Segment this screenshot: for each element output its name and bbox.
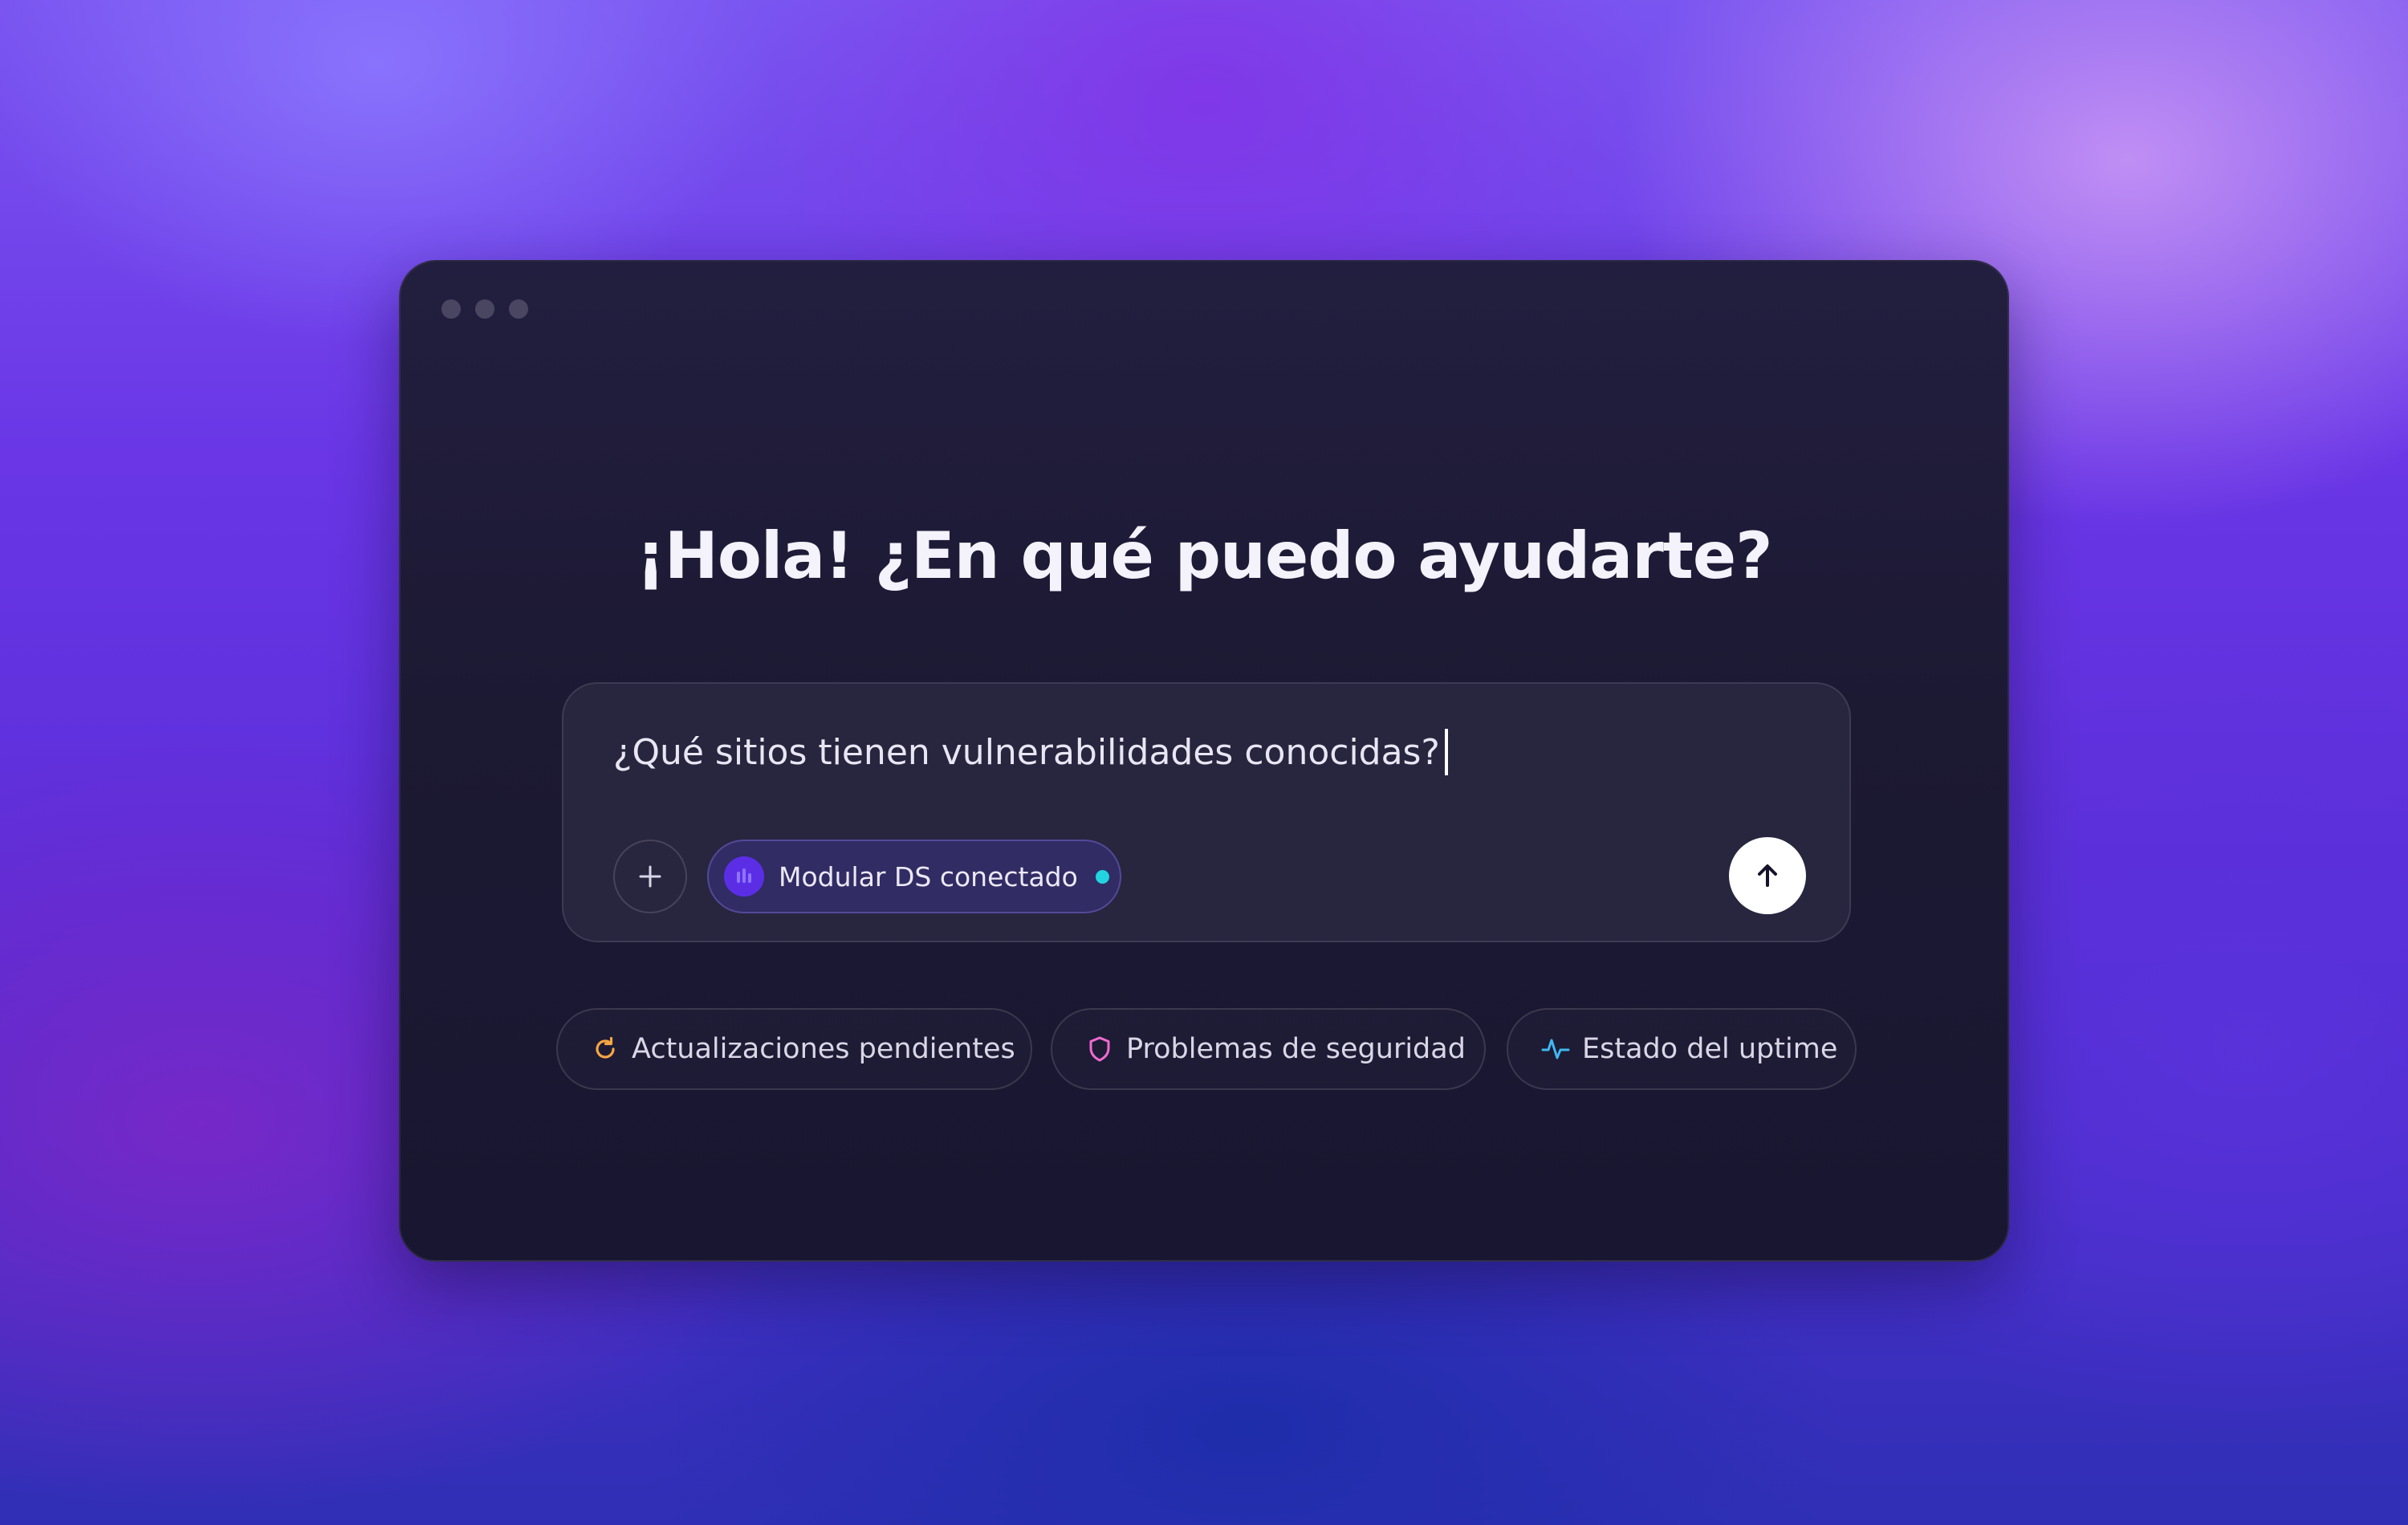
connection-status-dot	[1095, 869, 1109, 884]
connected-source-chip[interactable]: Modular DS conectado	[707, 840, 1121, 913]
bars-logo-icon	[724, 856, 764, 897]
greeting-title: ¡Hola! ¿En qué puedo ayudarte?	[636, 518, 1772, 593]
app-window: ¡Hola! ¿En qué puedo ayudarte? ¿Qué siti…	[399, 260, 2009, 1262]
chat-input[interactable]: ¿Qué sitios tienen vulnerabilidades cono…	[613, 729, 1448, 775]
chat-input-value: ¿Qué sitios tienen vulnerabilidades cono…	[613, 731, 1440, 773]
plus-icon	[639, 865, 661, 888]
shield-icon	[1084, 1034, 1115, 1064]
suggestion-uptime-status[interactable]: Estado del uptime	[1507, 1008, 1857, 1090]
chat-composer: ¿Qué sitios tienen vulnerabilidades cono…	[562, 682, 1851, 942]
suggestion-label: Problemas de seguridad	[1126, 1033, 1466, 1065]
suggestion-label: Actualizaciones pendientes	[632, 1033, 1015, 1065]
suggestion-security-issues[interactable]: Problemas de seguridad	[1051, 1008, 1486, 1090]
activity-icon	[1540, 1034, 1571, 1064]
window-dot-maximize[interactable]	[509, 299, 528, 319]
source-chip-label: Modular DS conectado	[779, 860, 1078, 893]
text-caret	[1444, 729, 1448, 775]
refresh-icon	[590, 1034, 620, 1064]
suggestion-label: Estado del uptime	[1582, 1033, 1838, 1065]
window-dot-minimize[interactable]	[475, 299, 494, 319]
window-dot-close[interactable]	[441, 299, 461, 319]
add-attachment-button[interactable]	[613, 840, 687, 913]
arrow-up-icon	[1758, 864, 1777, 887]
window-controls	[441, 299, 528, 319]
suggestion-pending-updates[interactable]: Actualizaciones pendientes	[556, 1008, 1032, 1090]
send-button[interactable]	[1729, 837, 1806, 914]
